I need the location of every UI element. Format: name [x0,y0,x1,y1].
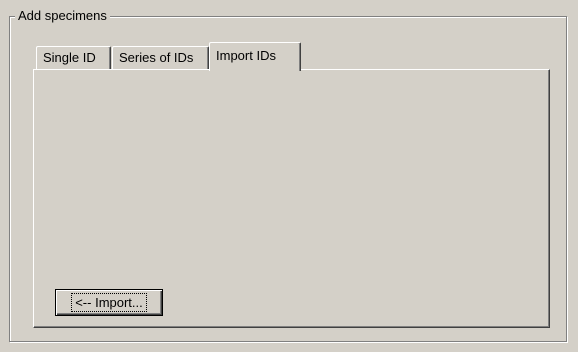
import-button-label: <-- Import... [71,293,147,312]
import-button[interactable]: <-- Import... [55,289,163,316]
import-ids-tab-panel: <-- Import... [33,69,550,328]
tab-series-of-ids[interactable]: Series of IDs [112,46,209,70]
tab-single-id[interactable]: Single ID [36,46,111,70]
tab-import-ids[interactable]: Import IDs [209,42,301,71]
groupbox-title: Add specimens [15,8,110,24]
